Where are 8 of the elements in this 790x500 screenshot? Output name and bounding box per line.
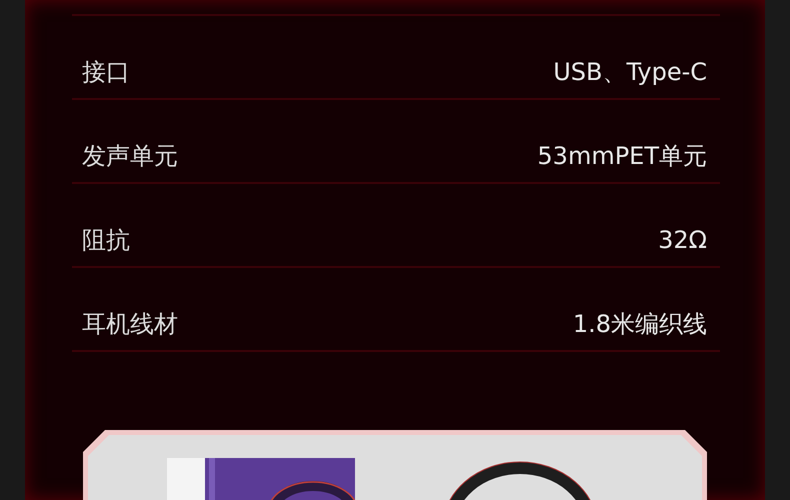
spec-label: 阻抗 (82, 225, 130, 256)
spec-label: 接口 (82, 57, 130, 88)
spec-value: USB、Type-C (553, 57, 707, 88)
spec-label: 耳机线材 (82, 309, 178, 340)
spec-value: 1.8米编织线 (572, 309, 707, 340)
spec-label: 发声单元 (82, 141, 178, 172)
spec-value: 32Ω (658, 225, 707, 256)
spec-value: 53mmPET单元 (537, 141, 707, 172)
